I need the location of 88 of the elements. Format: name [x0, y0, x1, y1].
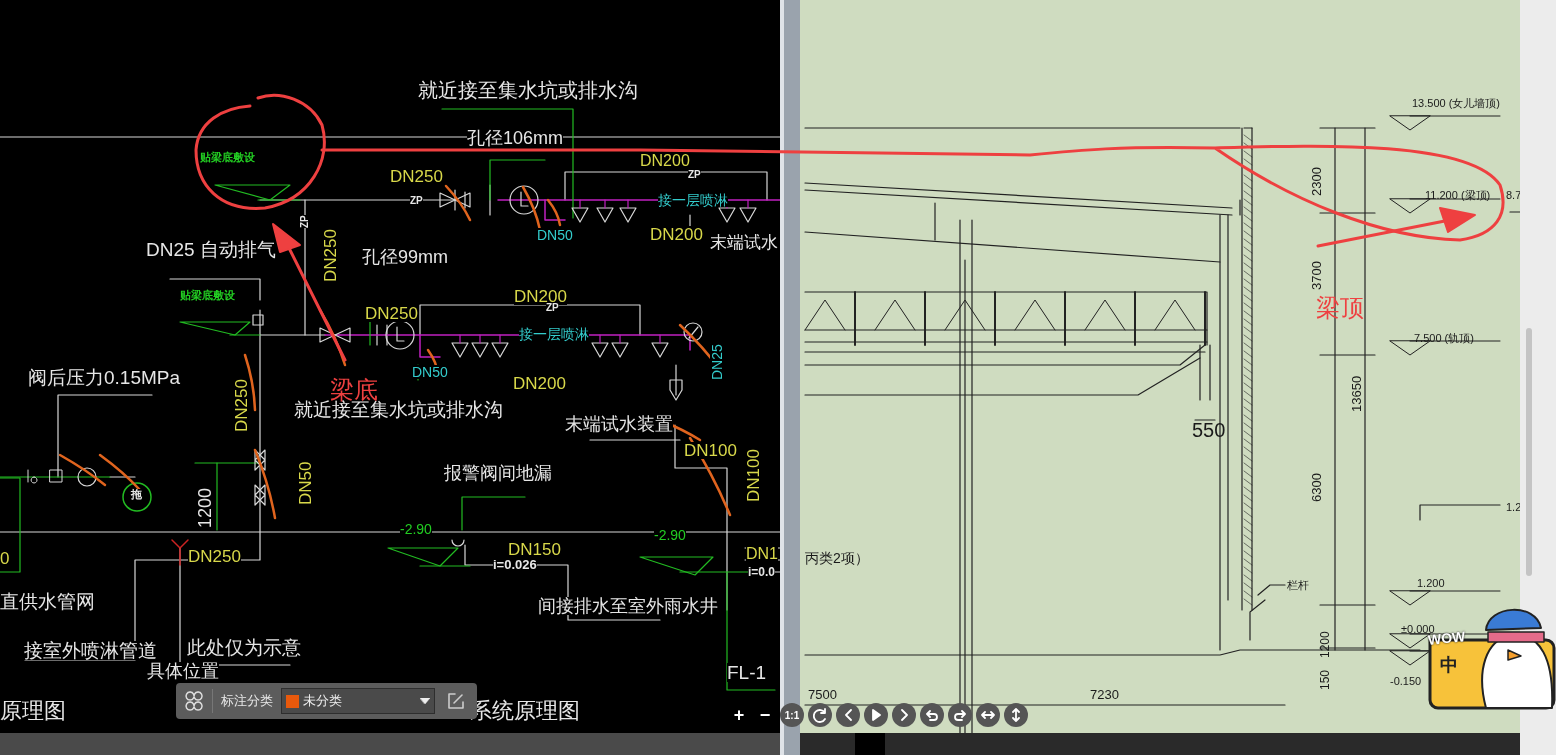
drawing-label: 孔径106mm — [467, 129, 564, 147]
drawing-label: 末端试水装置 — [565, 415, 673, 433]
drawing-label: FL-1 — [727, 663, 767, 682]
category-value: 未分类 — [303, 692, 343, 711]
drawing-label: 1200 — [1319, 631, 1331, 658]
drawing-label: 150 — [1319, 669, 1331, 690]
category-dropdown[interactable]: 未分类 — [281, 688, 435, 714]
drawing-label: DN200 — [514, 288, 567, 305]
annotation-text: 梁底 — [330, 378, 378, 402]
drawing-label: 7230 — [1090, 688, 1119, 701]
drawing-label: 13.500 (女儿墙顶) — [1412, 98, 1501, 109]
drawing-label: 7500 — [808, 688, 837, 701]
redo-icon — [954, 709, 966, 721]
drawing-label: 孔径99mm — [362, 248, 448, 266]
drawing-label: DN250 — [188, 548, 241, 565]
drawing-label: DN50 — [297, 461, 314, 505]
drawing-label: DN250 — [365, 305, 418, 322]
play-icon — [871, 709, 881, 721]
drawing-label: 贴梁底敷设 — [200, 152, 255, 163]
toolbar-label: 标注分类 — [221, 692, 273, 711]
drawing-label: DN200 — [513, 375, 566, 392]
drawing-label: ZP — [300, 215, 310, 228]
fit-height-icon — [1012, 708, 1020, 722]
drawing-label: 11.200 (梁顶) — [1425, 190, 1491, 201]
drawing-label: DN200 — [650, 226, 703, 243]
strike-mark — [444, 184, 472, 222]
drawing-label: 接室外喷淋管道 — [24, 641, 157, 660]
drawing-label: DN250 — [322, 229, 339, 282]
drawing-label: 阀后压力0.15MPa — [28, 368, 181, 387]
drawing-label: 接一层喷淋 — [519, 327, 589, 341]
grid-icon[interactable] — [184, 691, 204, 711]
drawing-label: 6300 — [1310, 473, 1323, 502]
scrollbar-thumb[interactable] — [1526, 328, 1532, 576]
drawing-label: ZP — [546, 303, 559, 313]
drawing-label: DN50 — [537, 228, 573, 242]
drawing-label: 2300 — [1310, 167, 1323, 196]
drawing-label: -0.150 — [1390, 676, 1422, 687]
drawing-label: i=0.0 — [748, 566, 776, 578]
drawing-label: 就近接至集水坑或排水沟 — [294, 400, 503, 419]
drawing-label: 原理图 — [0, 700, 66, 722]
zoom-in-button[interactable]: + — [728, 703, 750, 727]
drawing-label: ZP — [688, 170, 701, 180]
drawing-label: 此处仅为示意 — [187, 638, 301, 657]
drawing-label: 1200 — [196, 487, 214, 528]
drawing-label: DN250 — [233, 379, 250, 432]
drawing-label: 栏杆 — [1287, 580, 1309, 591]
scrollbar-thumb[interactable] — [855, 733, 885, 755]
strike-mark — [58, 453, 107, 487]
drawing-label: 0 — [0, 550, 10, 567]
drawing-label: 末端试水 — [710, 234, 778, 251]
drawing-label: 间接排水至室外雨水井 — [538, 597, 718, 615]
drawing-label: 接一层喷淋 — [658, 193, 728, 207]
strike-mark — [253, 448, 277, 520]
drawing-label: DN50 — [412, 365, 448, 379]
drawing-label: -2.90 — [654, 528, 686, 542]
drawing-label: 贴梁底敷设 — [180, 290, 235, 301]
drawing-label: ZP — [410, 196, 423, 206]
drawing-label: DN100 — [745, 449, 762, 502]
drawing-label: 13650 — [1350, 375, 1363, 412]
input-mode-indicator[interactable]: 中 — [1440, 652, 1458, 679]
rotate-icon — [813, 707, 827, 723]
previous-icon — [844, 709, 852, 721]
drawing-label: DN25 自动排气 — [146, 240, 276, 259]
drawing-label: 直供水管网 — [0, 592, 95, 611]
drawing-label: i=0.026 — [493, 558, 537, 571]
drawing-label: DN1 — [746, 546, 778, 562]
drawing-label: 1.200 — [1417, 578, 1445, 589]
drawing-label: 1.2 — [1506, 502, 1520, 513]
drawing-label: 3700 — [1310, 261, 1323, 290]
drawing-label: DN250 — [390, 168, 443, 185]
fit-width-icon — [981, 711, 995, 719]
strike-mark — [546, 198, 562, 227]
next-icon — [900, 709, 908, 721]
caret-icon — [420, 698, 430, 704]
drawing-label: 拖 — [131, 489, 142, 500]
drawing-label: DN100 — [684, 442, 737, 459]
drawing-label: 就近接至集水坑或排水沟 — [418, 80, 638, 100]
drawing-label: 报警阀间地漏 — [444, 464, 552, 482]
drawing-label: DN25 — [710, 344, 724, 380]
zoom-out-button[interactable]: − — [754, 703, 776, 727]
drawing-label: 丙类2项） — [805, 551, 869, 565]
edit-icon — [447, 692, 465, 710]
drawing-label: DN150 — [508, 541, 561, 558]
undo-icon — [926, 709, 938, 721]
drawing-label: -2.90 — [400, 522, 432, 536]
drawing-label: 具体位置 — [147, 662, 219, 680]
drawing-label: 8.7 — [1506, 190, 1520, 201]
drawing-label: DN200 — [640, 153, 690, 169]
